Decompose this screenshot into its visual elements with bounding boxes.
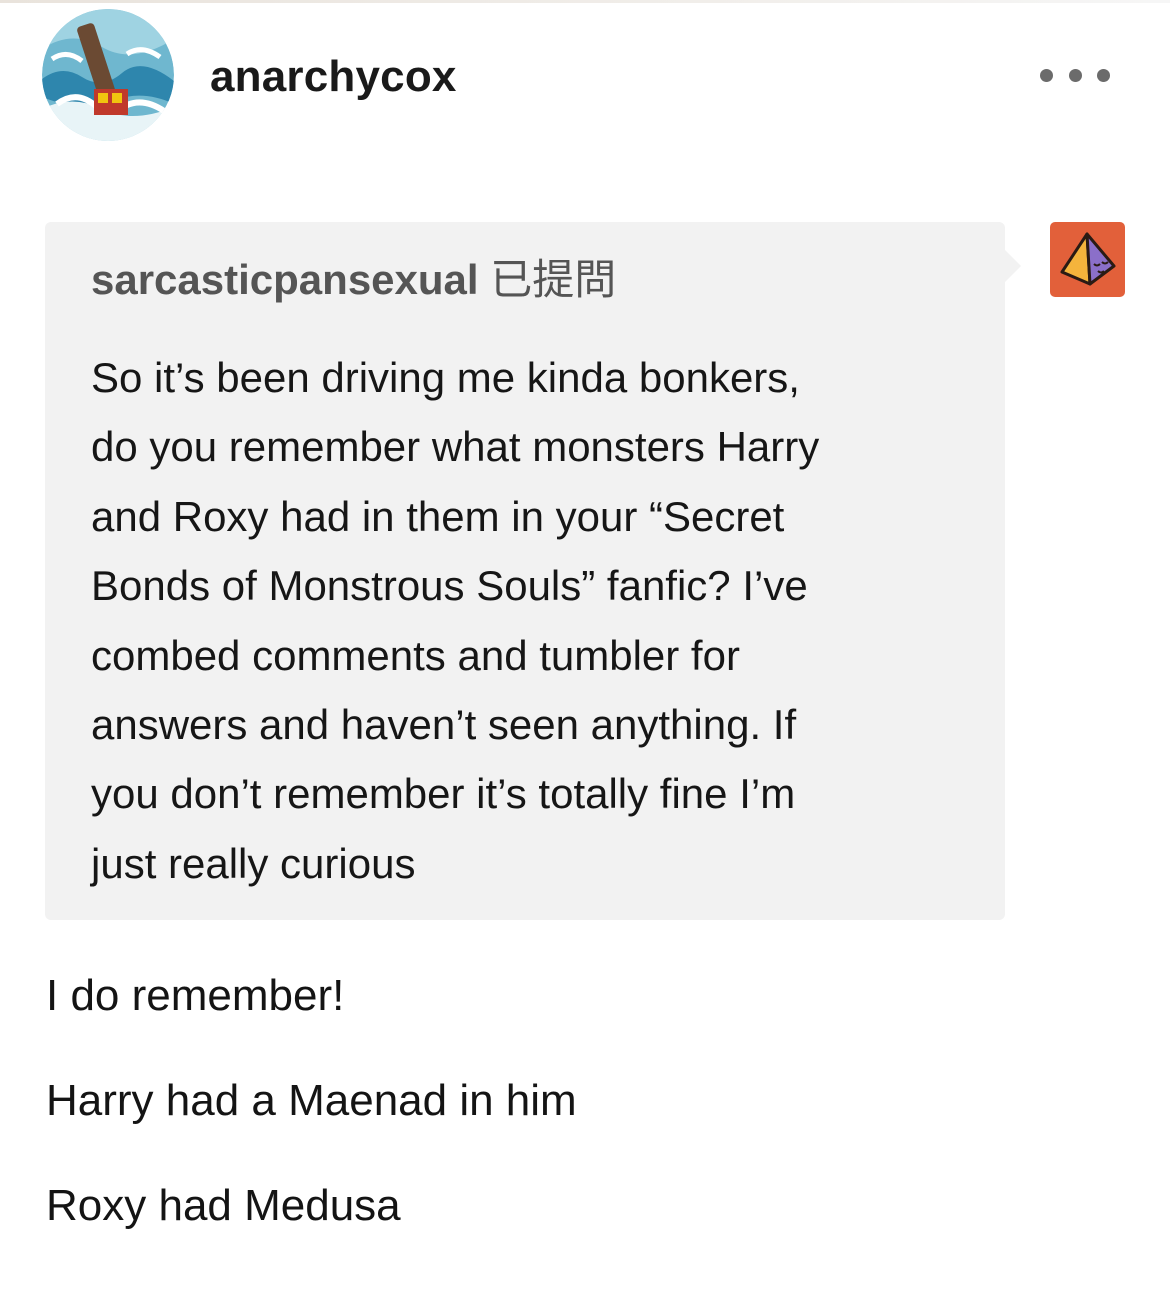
question-line: do you remember what monsters Harry bbox=[91, 423, 820, 471]
question-line: answers and haven’t seen anything. If bbox=[91, 701, 797, 749]
author-username[interactable]: anarchycox bbox=[210, 50, 457, 104]
answer-paragraph: Roxy had Medusa bbox=[46, 1181, 401, 1230]
asker-avatar[interactable] bbox=[1050, 222, 1125, 297]
post-header: anarchycox bbox=[0, 0, 1170, 150]
more-options-button[interactable] bbox=[1040, 58, 1110, 92]
avatar-image bbox=[42, 9, 174, 141]
question-text: So it’s been driving me kinda bonkers, d… bbox=[91, 343, 981, 898]
question-line: Bonds of Monstrous Souls” fanfic? I’ve bbox=[91, 562, 808, 610]
question-line: and Roxy had in them in your “Secret bbox=[91, 492, 785, 540]
answer-paragraph: Harry had a Maenad in him bbox=[46, 1076, 577, 1125]
asker-line: sarcasticpansexual 已提問 bbox=[91, 254, 616, 306]
asked-label: 已提問 bbox=[490, 255, 617, 304]
ellipsis-icon bbox=[1097, 68, 1110, 82]
question-line: you don’t remember it’s totally fine I’m bbox=[91, 770, 796, 818]
question-line: just really curious bbox=[91, 839, 416, 887]
ellipsis-icon bbox=[1068, 68, 1082, 82]
ellipsis-icon bbox=[1040, 68, 1053, 82]
question-line: So it’s been driving me kinda bonkers, bbox=[91, 354, 800, 401]
ask-bubble: sarcasticpansexual 已提問 So it’s been driv… bbox=[45, 222, 1021, 920]
answer-paragraph: I do remember! bbox=[46, 971, 345, 1020]
author-avatar[interactable] bbox=[42, 9, 174, 141]
question-line: combed comments and tumbler for bbox=[91, 631, 740, 679]
asker-name[interactable]: sarcasticpansexual bbox=[91, 256, 479, 303]
pyramid-avatar-icon bbox=[1050, 222, 1125, 297]
